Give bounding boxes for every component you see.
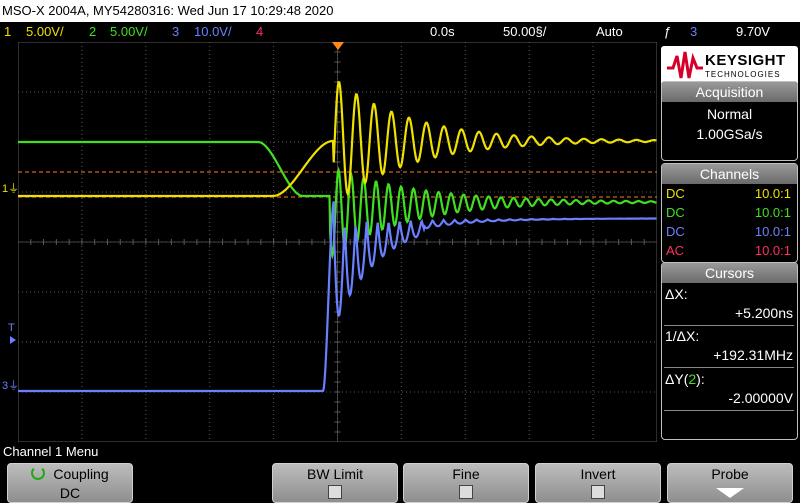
coupling-label: Coupling: [53, 466, 109, 482]
channels-list: DC 10.0:1 DC 10.0:1 DC 10.0:1 AC 10.0:1: [662, 184, 797, 260]
cursors-header: Cursors: [662, 263, 797, 283]
probe-label: Probe: [711, 466, 749, 482]
status-bar: 1 5.00V/ 2 5.00V/ 3 10.0V/ 4 0.0s 50.00§…: [0, 22, 800, 42]
channel-probe-ratio: 10.0:1: [754, 243, 791, 258]
ch3-ground-marker[interactable]: 3⏚: [2, 380, 19, 392]
trigger-level[interactable]: 9.70V: [736, 22, 770, 42]
dy-label: ΔY(2):: [665, 371, 705, 387]
trigger-mode[interactable]: Auto: [596, 22, 623, 42]
title-text: MSO-X 2004A, MY54280316: Wed Jun 17 10:2…: [2, 3, 334, 18]
channel-probe-ratio: 10.0:1: [754, 224, 791, 239]
ch1-number[interactable]: 1: [4, 22, 11, 42]
dx-label: ΔX:: [665, 286, 688, 302]
channel-coupling: DC: [666, 224, 685, 239]
ch3-scale[interactable]: 10.0V/: [194, 22, 232, 42]
title-bar: MSO-X 2004A, MY54280316: Wed Jun 17 10:2…: [0, 0, 800, 22]
trigger-channel[interactable]: 3: [690, 22, 697, 42]
bw-limit-softkey[interactable]: BW Limit: [272, 463, 398, 503]
invert-softkey[interactable]: Invert: [535, 463, 661, 503]
acquisition-box[interactable]: Acquisition Normal 1.00GSa/s: [661, 81, 798, 161]
trigger-marker-label: T: [8, 322, 15, 334]
channel-coupling: AC: [666, 243, 685, 258]
brand-sub: TECHNOLOGIES: [705, 70, 781, 79]
submenu-arrow-icon: [716, 488, 744, 498]
brand-name: KEYSIGHT: [705, 52, 786, 69]
coupling-label-row: Coupling: [8, 466, 132, 482]
time-scale[interactable]: 50.00§/: [503, 22, 546, 42]
channel-probe-ratio: 10.0:1: [754, 205, 791, 220]
right-panel: KEYSIGHT TECHNOLOGIES Acquisition Normal…: [659, 44, 800, 440]
acquisition-mode: Normal: [706, 106, 753, 122]
dy-label-close: ):: [696, 371, 705, 387]
invert-checkbox[interactable]: [591, 485, 605, 499]
coupling-softkey[interactable]: Coupling DC: [7, 463, 133, 503]
cursors-box[interactable]: Cursors ΔX: +5.200ns 1/ΔX: +192.31MHz ΔY…: [661, 262, 798, 440]
channel-row[interactable]: DC 10.0:1: [662, 203, 797, 222]
softkey-bar: Coupling DC BW Limit Fine Invert Probe: [0, 461, 800, 503]
keysight-logo: KEYSIGHT TECHNOLOGIES: [661, 46, 798, 86]
channels-header: Channels: [662, 164, 797, 184]
dy-channel: 2: [688, 371, 697, 387]
dy-value: -2.00000V: [728, 390, 793, 406]
channel-probe-ratio: 10.0:1: [754, 186, 791, 201]
bw-limit-label: BW Limit: [307, 466, 363, 482]
channel-row[interactable]: DC 10.0:1: [662, 184, 797, 203]
ground-icon: ⏚: [8, 183, 20, 195]
ground-icon: ⏚: [8, 380, 20, 392]
ch4-number[interactable]: 4: [256, 22, 263, 42]
channel-row[interactable]: AC 10.0:1: [662, 241, 797, 260]
dy-label-text: ΔY(: [665, 371, 689, 387]
keysight-wave-icon: [667, 51, 703, 79]
channel-coupling: DC: [666, 205, 685, 220]
ch3-number[interactable]: 3: [172, 22, 179, 42]
acquisition-header: Acquisition: [662, 82, 797, 102]
dx-value: +5.200ns: [735, 305, 793, 321]
fine-softkey[interactable]: Fine: [403, 463, 529, 503]
bw-limit-checkbox[interactable]: [328, 485, 342, 499]
ch1-ground-marker[interactable]: 1⏚: [2, 183, 19, 195]
fine-label: Fine: [452, 466, 480, 482]
acquisition-rate: 1.00GSa/s: [696, 126, 763, 142]
menu-title: Channel 1 Menu: [0, 443, 800, 461]
channels-box[interactable]: Channels DC 10.0:1 DC 10.0:1 DC 10.0:1 AC 10.0:…: [661, 163, 798, 263]
coupling-value: DC: [59, 485, 81, 501]
trigger-position-marker[interactable]: [332, 42, 344, 50]
channel-row[interactable]: DC 10.0:1: [662, 222, 797, 241]
fine-checkbox[interactable]: [459, 485, 473, 499]
inv-dx-value: +192.31MHz: [713, 347, 793, 363]
waveform-display[interactable]: [18, 42, 657, 442]
time-delay[interactable]: 0.0s: [430, 22, 455, 42]
ch2-scale[interactable]: 5.00V/: [110, 22, 148, 42]
ch2-number[interactable]: 2: [89, 22, 96, 42]
inv-dx-label: 1/ΔX:: [665, 328, 700, 344]
channel-coupling: DC: [666, 186, 685, 201]
trigger-edge-icon: ƒ: [664, 24, 672, 39]
probe-softkey[interactable]: Probe: [667, 463, 793, 503]
trigger-level-arrow: [10, 336, 16, 344]
invert-label: Invert: [580, 466, 616, 482]
rotate-knob-icon: [31, 466, 46, 480]
ch1-scale[interactable]: 5.00V/: [26, 22, 64, 42]
trigger-level-marker[interactable]: T: [8, 322, 15, 334]
